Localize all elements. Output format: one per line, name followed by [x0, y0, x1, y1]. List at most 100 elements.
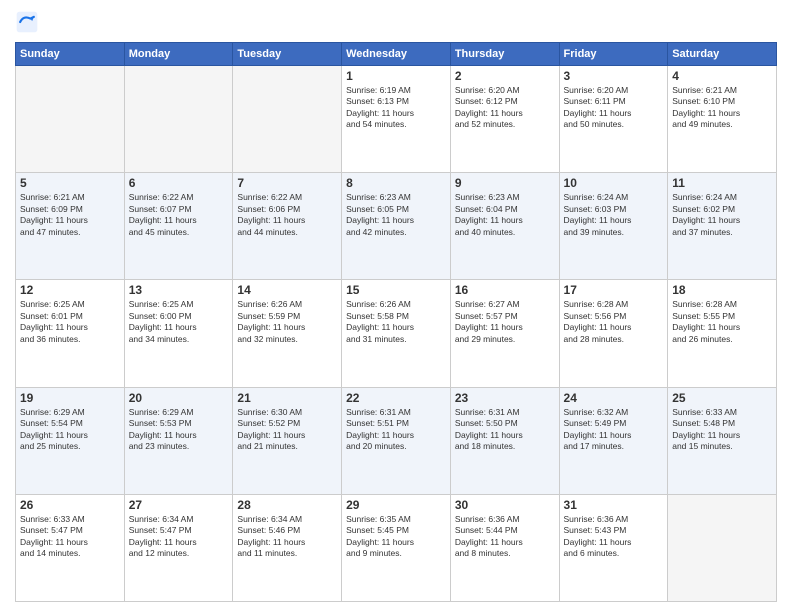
col-header-monday: Monday	[124, 43, 233, 66]
day-info: Sunrise: 6:30 AM Sunset: 5:52 PM Dayligh…	[237, 407, 337, 453]
day-info: Sunrise: 6:35 AM Sunset: 5:45 PM Dayligh…	[346, 514, 446, 560]
col-header-saturday: Saturday	[668, 43, 777, 66]
day-number: 31	[564, 498, 664, 512]
day-info: Sunrise: 6:23 AM Sunset: 6:05 PM Dayligh…	[346, 192, 446, 238]
logo	[15, 10, 43, 34]
day-cell: 29 Sunrise: 6:35 AM Sunset: 5:45 PM Dayli…	[342, 494, 451, 601]
day-cell: 1 Sunrise: 6:19 AM Sunset: 6:13 PM Daylig…	[342, 66, 451, 173]
day-cell: 26 Sunrise: 6:33 AM Sunset: 5:47 PM Dayli…	[16, 494, 125, 601]
day-info: Sunrise: 6:32 AM Sunset: 5:49 PM Dayligh…	[564, 407, 664, 453]
day-info: Sunrise: 6:28 AM Sunset: 5:56 PM Dayligh…	[564, 299, 664, 345]
day-number: 17	[564, 283, 664, 297]
day-cell: 15Sunrise: 6:26 AM Sunset: 5:58 PM Dayli…	[342, 280, 451, 387]
day-cell: 18 Sunrise: 6:28 AM Sunset: 5:55 PM Dayli…	[668, 280, 777, 387]
day-info: Sunrise: 6:36 AM Sunset: 5:43 PM Dayligh…	[564, 514, 664, 560]
day-info: Sunrise: 6:24 AM Sunset: 6:02 PM Dayligh…	[672, 192, 772, 238]
day-info: Sunrise: 6:24 AM Sunset: 6:03 PM Dayligh…	[564, 192, 664, 238]
day-info: Sunrise: 6:22 AM Sunset: 6:06 PM Dayligh…	[237, 192, 337, 238]
week-row-3: 12Sunrise: 6:25 AM Sunset: 6:01 PM Dayli…	[16, 280, 777, 387]
day-cell: 6 Sunrise: 6:22 AM Sunset: 6:07 PM Daylig…	[124, 173, 233, 280]
day-number: 27	[129, 498, 229, 512]
day-number: 3	[564, 69, 664, 83]
col-header-thursday: Thursday	[450, 43, 559, 66]
day-number: 22	[346, 391, 446, 405]
day-cell: 17 Sunrise: 6:28 AM Sunset: 5:56 PM Dayli…	[559, 280, 668, 387]
logo-icon	[15, 10, 39, 34]
day-cell: 30 Sunrise: 6:36 AM Sunset: 5:44 PM Dayli…	[450, 494, 559, 601]
day-number: 20	[129, 391, 229, 405]
day-info: Sunrise: 6:33 AM Sunset: 5:48 PM Dayligh…	[672, 407, 772, 453]
day-cell: 9Sunrise: 6:23 AM Sunset: 6:04 PM Daylig…	[450, 173, 559, 280]
day-info: Sunrise: 6:21 AM Sunset: 6:10 PM Dayligh…	[672, 85, 772, 131]
day-cell: 22Sunrise: 6:31 AM Sunset: 5:51 PM Dayli…	[342, 387, 451, 494]
day-cell: 2 Sunrise: 6:20 AM Sunset: 6:12 PM Daylig…	[450, 66, 559, 173]
header	[15, 10, 777, 34]
day-info: Sunrise: 6:34 AM Sunset: 5:46 PM Dayligh…	[237, 514, 337, 560]
day-cell: 14 Sunrise: 6:26 AM Sunset: 5:59 PM Dayli…	[233, 280, 342, 387]
day-cell: 31 Sunrise: 6:36 AM Sunset: 5:43 PM Dayli…	[559, 494, 668, 601]
day-cell: 13 Sunrise: 6:25 AM Sunset: 6:00 PM Dayli…	[124, 280, 233, 387]
day-cell: 7 Sunrise: 6:22 AM Sunset: 6:06 PM Daylig…	[233, 173, 342, 280]
week-row-4: 19 Sunrise: 6:29 AM Sunset: 5:54 PM Dayli…	[16, 387, 777, 494]
day-number: 4	[672, 69, 772, 83]
col-header-sunday: Sunday	[16, 43, 125, 66]
day-info: Sunrise: 6:19 AM Sunset: 6:13 PM Dayligh…	[346, 85, 446, 131]
day-cell: 28 Sunrise: 6:34 AM Sunset: 5:46 PM Dayli…	[233, 494, 342, 601]
day-cell: 20 Sunrise: 6:29 AM Sunset: 5:53 PM Dayli…	[124, 387, 233, 494]
day-info: Sunrise: 6:33 AM Sunset: 5:47 PM Dayligh…	[20, 514, 120, 560]
day-cell: 21 Sunrise: 6:30 AM Sunset: 5:52 PM Dayli…	[233, 387, 342, 494]
day-info: Sunrise: 6:20 AM Sunset: 6:12 PM Dayligh…	[455, 85, 555, 131]
day-cell: 23Sunrise: 6:31 AM Sunset: 5:50 PM Dayli…	[450, 387, 559, 494]
day-number: 23	[455, 391, 555, 405]
day-cell: 5 Sunrise: 6:21 AM Sunset: 6:09 PM Daylig…	[16, 173, 125, 280]
day-cell: 16Sunrise: 6:27 AM Sunset: 5:57 PM Dayli…	[450, 280, 559, 387]
day-number: 25	[672, 391, 772, 405]
day-number: 21	[237, 391, 337, 405]
day-info: Sunrise: 6:29 AM Sunset: 5:53 PM Dayligh…	[129, 407, 229, 453]
day-cell: 27 Sunrise: 6:34 AM Sunset: 5:47 PM Dayli…	[124, 494, 233, 601]
day-info: Sunrise: 6:21 AM Sunset: 6:09 PM Dayligh…	[20, 192, 120, 238]
day-number: 19	[20, 391, 120, 405]
day-number: 13	[129, 283, 229, 297]
header-row: SundayMondayTuesdayWednesdayThursdayFrid…	[16, 43, 777, 66]
day-number: 12	[20, 283, 120, 297]
day-info: Sunrise: 6:36 AM Sunset: 5:44 PM Dayligh…	[455, 514, 555, 560]
day-number: 24	[564, 391, 664, 405]
day-cell: 11 Sunrise: 6:24 AM Sunset: 6:02 PM Dayli…	[668, 173, 777, 280]
day-number: 29	[346, 498, 446, 512]
day-number: 10	[564, 176, 664, 190]
week-row-5: 26 Sunrise: 6:33 AM Sunset: 5:47 PM Dayli…	[16, 494, 777, 601]
col-header-tuesday: Tuesday	[233, 43, 342, 66]
day-number: 14	[237, 283, 337, 297]
day-info: Sunrise: 6:29 AM Sunset: 5:54 PM Dayligh…	[20, 407, 120, 453]
day-number: 30	[455, 498, 555, 512]
day-info: Sunrise: 6:28 AM Sunset: 5:55 PM Dayligh…	[672, 299, 772, 345]
day-info: Sunrise: 6:26 AM Sunset: 5:59 PM Dayligh…	[237, 299, 337, 345]
day-cell: 4 Sunrise: 6:21 AM Sunset: 6:10 PM Daylig…	[668, 66, 777, 173]
day-cell: 3 Sunrise: 6:20 AM Sunset: 6:11 PM Daylig…	[559, 66, 668, 173]
day-number: 28	[237, 498, 337, 512]
day-number: 7	[237, 176, 337, 190]
day-number: 18	[672, 283, 772, 297]
week-row-2: 5 Sunrise: 6:21 AM Sunset: 6:09 PM Daylig…	[16, 173, 777, 280]
day-info: Sunrise: 6:25 AM Sunset: 6:00 PM Dayligh…	[129, 299, 229, 345]
day-cell	[124, 66, 233, 173]
day-number: 6	[129, 176, 229, 190]
day-cell	[16, 66, 125, 173]
day-cell: 25 Sunrise: 6:33 AM Sunset: 5:48 PM Dayli…	[668, 387, 777, 494]
day-number: 26	[20, 498, 120, 512]
day-cell: 10 Sunrise: 6:24 AM Sunset: 6:03 PM Dayli…	[559, 173, 668, 280]
day-info: Sunrise: 6:22 AM Sunset: 6:07 PM Dayligh…	[129, 192, 229, 238]
day-number: 1	[346, 69, 446, 83]
day-cell	[233, 66, 342, 173]
day-info: Sunrise: 6:20 AM Sunset: 6:11 PM Dayligh…	[564, 85, 664, 131]
day-info: Sunrise: 6:27 AM Sunset: 5:57 PM Dayligh…	[455, 299, 555, 345]
day-number: 5	[20, 176, 120, 190]
col-header-friday: Friday	[559, 43, 668, 66]
day-number: 11	[672, 176, 772, 190]
day-number: 2	[455, 69, 555, 83]
day-info: Sunrise: 6:34 AM Sunset: 5:47 PM Dayligh…	[129, 514, 229, 560]
day-cell: 12Sunrise: 6:25 AM Sunset: 6:01 PM Dayli…	[16, 280, 125, 387]
col-header-wednesday: Wednesday	[342, 43, 451, 66]
day-cell: 19 Sunrise: 6:29 AM Sunset: 5:54 PM Dayli…	[16, 387, 125, 494]
